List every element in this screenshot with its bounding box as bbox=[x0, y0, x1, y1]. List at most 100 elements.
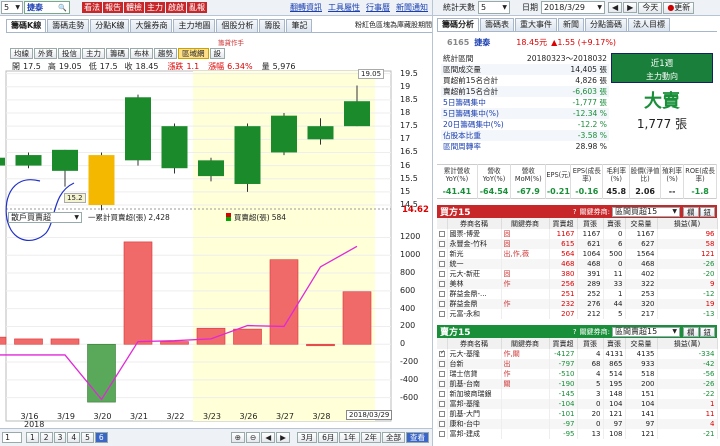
checkbox-icon[interactable] bbox=[439, 271, 445, 277]
checkbox-icon[interactable] bbox=[439, 411, 445, 417]
broker-row[interactable]: 富邦-基隆 -104 0 104 104 1 bbox=[437, 399, 718, 409]
tab-notes[interactable]: 筆記 bbox=[286, 19, 313, 32]
checkbox-icon[interactable] bbox=[439, 241, 445, 247]
tab-chip-table[interactable]: 籌碼表 bbox=[480, 18, 514, 31]
buy-option-button[interactable]: 鈕 bbox=[699, 206, 715, 217]
broker-row[interactable]: 元大-新莊固 380 391 11 402 -20 bbox=[437, 269, 718, 279]
row-checkbox[interactable] bbox=[437, 279, 448, 289]
page-6[interactable]: 6 bbox=[94, 432, 108, 443]
buy-filter-select[interactable]: 區間買超15 ▼ bbox=[612, 206, 680, 217]
broker-row[interactable]: 新加坡商瑞銀 -145 3 148 151 -22 bbox=[437, 389, 718, 399]
tab-main-force-map[interactable]: 主力地圖 bbox=[173, 19, 216, 32]
tab-major-events[interactable]: 重大事件 bbox=[515, 18, 557, 31]
row-checkbox[interactable] bbox=[437, 259, 448, 269]
date-field[interactable]: 2018/3/29 ▼ bbox=[541, 1, 605, 14]
info-link[interactable]: 翻轉資訊 bbox=[290, 2, 322, 13]
checkbox-icon[interactable] bbox=[439, 231, 445, 237]
stock-select[interactable]: 5 ▼ bbox=[1, 1, 23, 14]
row-checkbox[interactable] bbox=[437, 249, 448, 259]
broker-column-header[interactable]: 關鍵券商 bbox=[501, 218, 550, 229]
checkbox-icon[interactable] bbox=[439, 281, 445, 287]
next-day-button[interactable]: ▶ bbox=[623, 2, 638, 13]
calendar-link[interactable]: 行事曆 bbox=[366, 2, 390, 13]
search-icon[interactable]: 🔍 bbox=[58, 4, 67, 12]
tab-branch-chips[interactable]: 分點籌碼 bbox=[585, 18, 627, 31]
row-checkbox[interactable] bbox=[437, 429, 448, 439]
page-3[interactable]: 3 bbox=[53, 432, 67, 443]
news-button[interactable]: 亂報 bbox=[187, 2, 207, 13]
prev-day-button[interactable]: ◀ bbox=[608, 2, 623, 13]
tab-news[interactable]: 新聞 bbox=[558, 18, 584, 31]
hint-button[interactable]: 啟啟 bbox=[166, 2, 186, 13]
broker-column-header[interactable]: 券商名稱 bbox=[447, 338, 502, 349]
report-button[interactable]: 報告 bbox=[103, 2, 123, 13]
broker-column-header[interactable]: 買張 bbox=[577, 218, 604, 229]
tab-market-broker[interactable]: 大盤券商 bbox=[130, 19, 173, 32]
broker-column-header[interactable]: 買張 bbox=[577, 338, 604, 349]
broker-row[interactable]: 美林作 256 289 33 322 9 bbox=[437, 279, 718, 289]
broker-column-header[interactable]: 交易量 bbox=[625, 338, 658, 349]
broker-column-header[interactable]: 賣張 bbox=[603, 338, 626, 349]
tab-stock-pick[interactable]: 籌股 bbox=[259, 19, 286, 32]
checkbox-icon[interactable] bbox=[439, 421, 445, 427]
checkbox-icon[interactable] bbox=[439, 261, 445, 267]
row-checkbox[interactable] bbox=[437, 309, 448, 319]
checkbox-icon[interactable] bbox=[439, 291, 445, 297]
broker-column-header[interactable]: 買賣超 bbox=[549, 218, 578, 229]
broker-row[interactable]: 元大-基隆作,關-4127441314135-334 bbox=[437, 349, 718, 359]
broker-row[interactable]: 台新出 -797 68 865 933 -42 bbox=[437, 359, 718, 369]
tool-settings-link[interactable]: 工具屬性 bbox=[328, 2, 360, 13]
buy-column-button[interactable]: 欄 bbox=[683, 206, 699, 217]
range-2y[interactable]: 2年 bbox=[360, 432, 381, 443]
help-icon[interactable]: ? bbox=[573, 328, 577, 336]
period-select[interactable]: 1 bbox=[2, 432, 22, 443]
checkbox-icon[interactable] bbox=[439, 361, 445, 367]
broker-row[interactable]: 凱基-大門 -101 20 121 141 11 bbox=[437, 409, 718, 419]
zoom-in-icon[interactable]: ⊕ bbox=[230, 432, 246, 443]
broker-column-header[interactable]: 損益(萬) bbox=[657, 338, 718, 349]
checkbox-icon[interactable] bbox=[439, 349, 445, 357]
tab-chip-analysis[interactable]: 籌碼分析 bbox=[437, 18, 479, 31]
broker-row[interactable]: 元富-永和 207 212 5 217 -13 bbox=[437, 309, 718, 319]
broker-row[interactable]: 群益金鼎-... 251 252 1 253 -12 bbox=[437, 289, 718, 299]
checkbox-icon[interactable] bbox=[439, 301, 445, 307]
page-1[interactable]: 1 bbox=[26, 432, 39, 443]
broker-row[interactable]: 康和-台中 -97 0 97 97 4 bbox=[437, 419, 718, 429]
scroll-left-icon[interactable]: ◀ bbox=[261, 432, 276, 443]
broker-column-header[interactable]: 交易量 bbox=[625, 218, 658, 229]
sell-option-button[interactable]: 鈕 bbox=[699, 326, 715, 337]
row-checkbox[interactable] bbox=[437, 389, 448, 399]
broker-row[interactable]: 新光 出,作,薇 564 1064 500 1564 121 bbox=[437, 249, 718, 259]
broker-row[interactable]: 瑞士信貸作 -510 4 514 518 -56 bbox=[437, 369, 718, 379]
broker-row[interactable]: 永豐金-竹科固 615 621 6 627 58 bbox=[437, 239, 718, 249]
row-checkbox[interactable] bbox=[437, 239, 448, 249]
row-checkbox[interactable] bbox=[437, 269, 448, 279]
refresh-button[interactable]: ● 更新 bbox=[663, 1, 695, 14]
row-checkbox[interactable] bbox=[437, 379, 448, 389]
range-1y[interactable]: 1年 bbox=[339, 432, 360, 443]
page-2[interactable]: 2 bbox=[39, 432, 53, 443]
broker-row[interactable]: 富邦-建成 -95 13 108 121 -21 bbox=[437, 429, 718, 439]
checkup-button[interactable]: 體檢 bbox=[124, 2, 144, 13]
broker-row[interactable]: 統一 468 468 0 468 -26 bbox=[437, 259, 718, 269]
checkbox-icon[interactable] bbox=[439, 311, 445, 317]
checkbox-icon[interactable] bbox=[439, 391, 445, 397]
row-checkbox[interactable] bbox=[437, 399, 448, 409]
stock-name-field[interactable]: 捷泰 🔍 bbox=[24, 1, 70, 14]
sell-column-button[interactable]: 欄 bbox=[683, 326, 699, 337]
tab-chip-kline[interactable]: 籌碼K線 bbox=[6, 19, 47, 32]
sell-filter-select[interactable]: 區間賣超15 ▼ bbox=[612, 326, 680, 337]
page-4[interactable]: 4 bbox=[67, 432, 81, 443]
row-checkbox[interactable] bbox=[437, 299, 448, 309]
row-checkbox[interactable] bbox=[437, 369, 448, 379]
row-checkbox[interactable] bbox=[437, 349, 448, 359]
broker-column-header[interactable]: 損益(萬) bbox=[657, 218, 718, 229]
query-button[interactable]: 查看 bbox=[406, 432, 429, 443]
broker-column-header[interactable] bbox=[437, 218, 448, 229]
main-force-button[interactable]: 主力 bbox=[145, 2, 165, 13]
view-button[interactable]: 看法 bbox=[82, 2, 102, 13]
tab-institution-target[interactable]: 法人目標 bbox=[628, 18, 670, 31]
row-checkbox[interactable] bbox=[437, 409, 448, 419]
row-checkbox[interactable] bbox=[437, 419, 448, 429]
checkbox-icon[interactable] bbox=[439, 251, 445, 257]
